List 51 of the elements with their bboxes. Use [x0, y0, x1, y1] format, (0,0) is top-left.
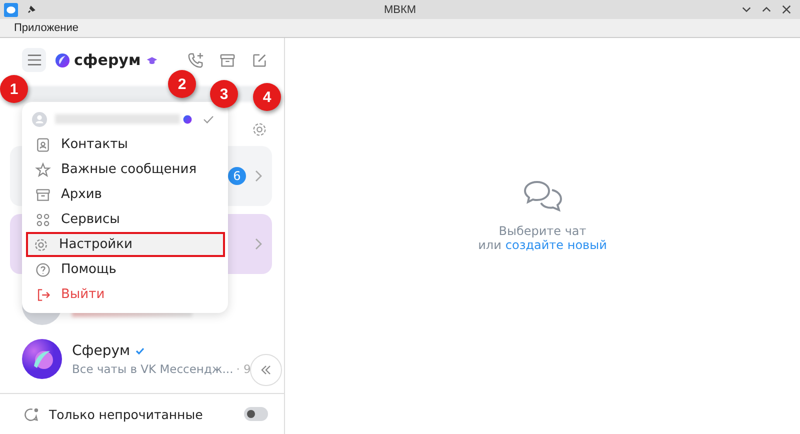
chevron-icon	[254, 238, 262, 250]
chat-bubble-icon	[24, 406, 39, 422]
collapse-button[interactable]	[250, 354, 282, 386]
compose-icon[interactable]	[251, 52, 268, 68]
chat-preview: Все чаты в VK Мессендж...	[72, 362, 234, 376]
help-icon	[35, 262, 51, 278]
logo-icon	[183, 114, 192, 124]
filter-label: Только непрочитанные	[49, 406, 203, 422]
app-icon	[4, 2, 18, 16]
archive-icon[interactable]	[219, 52, 236, 68]
step-number-badge: 2	[168, 70, 196, 98]
menu-item[interactable]: Настройки	[26, 232, 225, 257]
close-icon[interactable]	[781, 4, 792, 15]
toggle-switch[interactable]	[244, 407, 268, 421]
checkmark-icon	[203, 114, 214, 124]
menu-item[interactable]: Сервисы	[25, 207, 225, 232]
add-call-icon[interactable]	[187, 52, 204, 68]
logout-icon	[35, 286, 51, 302]
star-icon	[35, 162, 51, 178]
step-number-badge: 3	[210, 80, 238, 108]
step-number-badge: 1	[0, 75, 28, 103]
avatar-icon	[22, 339, 62, 379]
contact-card-icon	[35, 136, 51, 152]
empty-state-text: Выберите чат	[498, 224, 586, 238]
menu-button[interactable]	[22, 48, 46, 72]
unread-badge: 6	[228, 167, 246, 185]
settings-icon	[33, 236, 49, 252]
empty-state-text: или	[478, 238, 502, 252]
double-chevron-left-icon	[260, 364, 272, 376]
menu-item[interactable]: Приложение	[14, 22, 79, 34]
grid-icon	[35, 212, 51, 228]
chevron-icon	[254, 170, 262, 182]
minimize-icon[interactable]	[741, 4, 752, 15]
menu-item[interactable]: Важные сообщения	[25, 157, 225, 182]
chat-name: Сферум	[72, 342, 130, 358]
settings-icon[interactable]	[251, 120, 268, 138]
menu-item[interactable]: Контакты	[25, 132, 225, 157]
chat-bubbles-icon	[522, 180, 562, 214]
pin-icon[interactable]	[26, 4, 36, 14]
brand-name: сферум	[74, 51, 141, 69]
user-avatar-icon	[32, 112, 47, 126]
window-title: МВКМ	[384, 4, 416, 16]
chat-time: · 9	[236, 362, 251, 376]
archive-icon	[35, 186, 51, 202]
logo-icon	[55, 52, 70, 68]
menu-icon	[26, 54, 42, 66]
menu-item[interactable]: Помощь	[25, 257, 225, 282]
menu-item[interactable]: Выйти	[25, 282, 225, 307]
graduation-cap-icon	[146, 56, 158, 64]
step-number-badge: 4	[253, 83, 281, 111]
menu-item[interactable]: Архив	[25, 182, 225, 207]
